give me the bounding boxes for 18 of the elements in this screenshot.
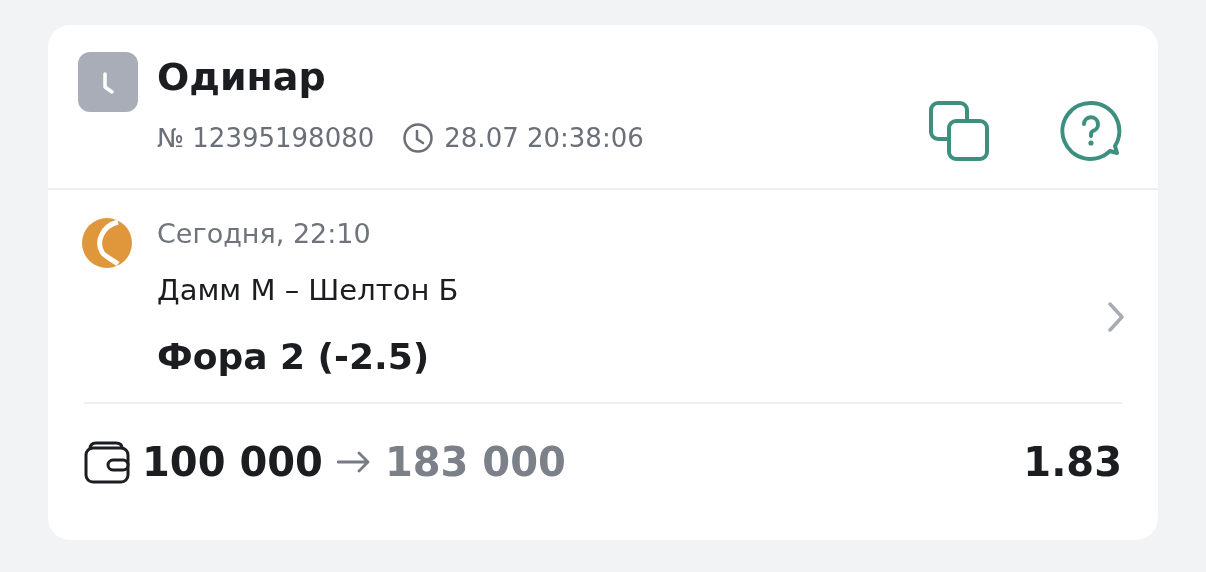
copy-button[interactable] bbox=[928, 100, 990, 162]
bet-number: № 12395198080 bbox=[157, 123, 375, 153]
chevron-right-icon bbox=[1108, 302, 1124, 332]
odds-value: 1.83 bbox=[1023, 439, 1122, 485]
help-button[interactable] bbox=[1060, 100, 1122, 162]
pending-clock-icon bbox=[78, 52, 138, 112]
event-start-time: Сегодня, 22:10 bbox=[157, 217, 372, 251]
event-row[interactable]: Сегодня, 22:10 Дамм М – Шелтон Б Фора 2 (-2.5) bbox=[48, 190, 1158, 402]
clock-icon bbox=[402, 122, 435, 154]
wallet-icon bbox=[84, 439, 130, 485]
bet-datetime: 28.07 20:38:06 bbox=[444, 123, 644, 153]
tennis-ball-icon bbox=[82, 218, 132, 268]
stake-amount: 100 000 bbox=[142, 439, 323, 485]
bet-outcome: Фора 2 (-2.5) bbox=[157, 335, 431, 379]
bet-type-title: Одинар bbox=[157, 54, 327, 101]
arrow-right-icon bbox=[336, 451, 371, 473]
match-name: Дамм М – Шелтон Б bbox=[157, 272, 460, 309]
payout-amount: 183 000 bbox=[384, 439, 567, 485]
